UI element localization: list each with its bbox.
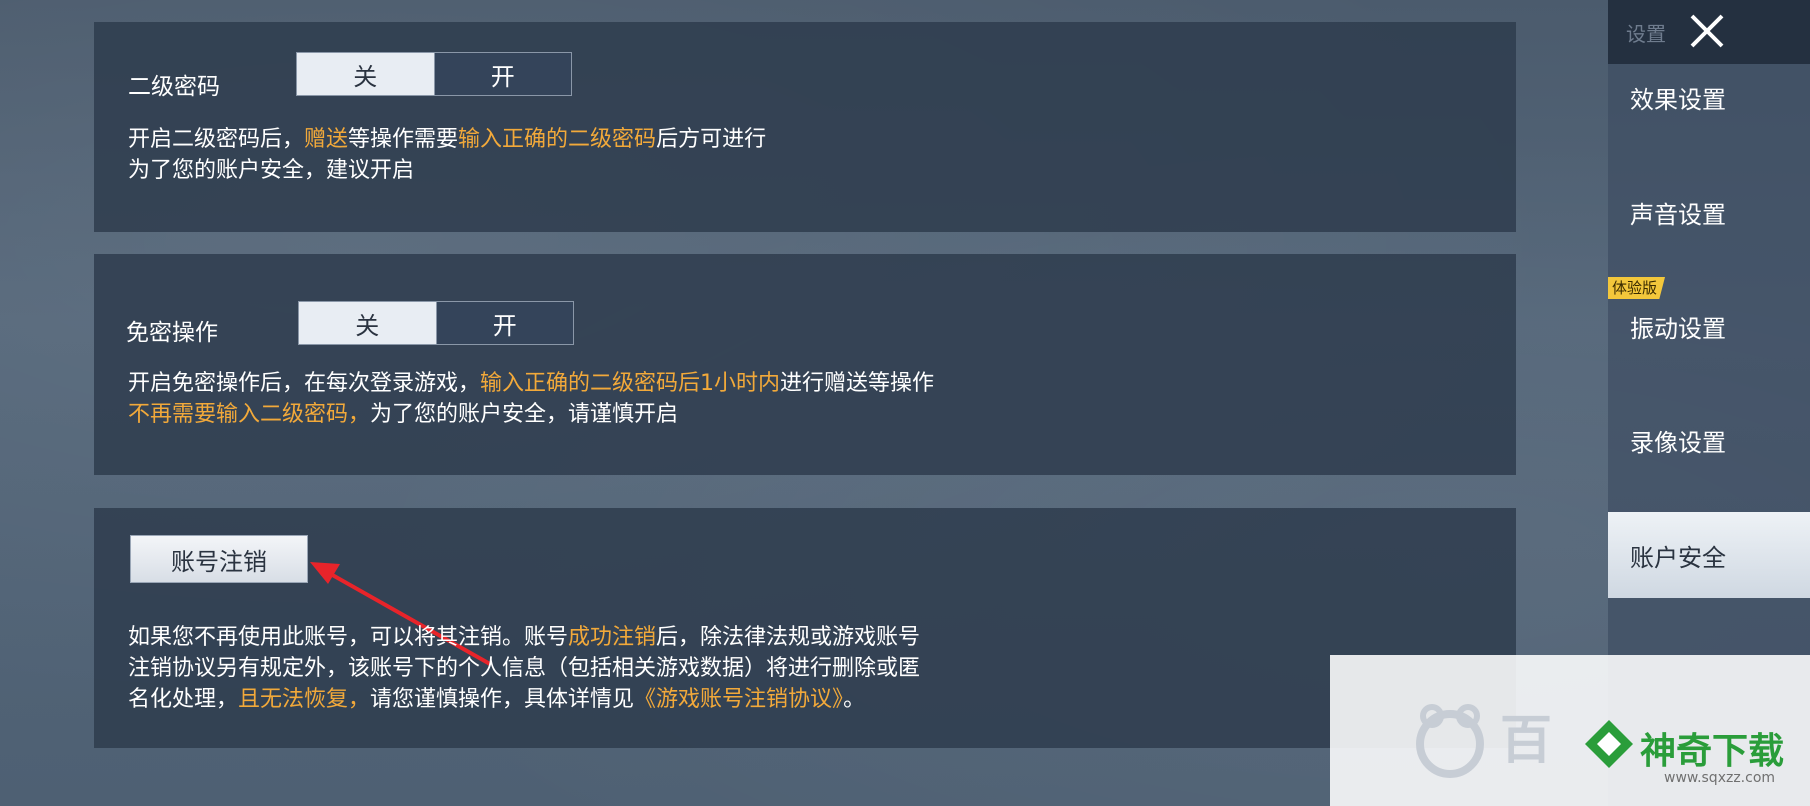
desc-text: 开启二级密码后， bbox=[128, 127, 305, 152]
sidebar-item-recording[interactable]: 录像设置 bbox=[1630, 423, 1726, 458]
desc-text: 等操作需要 bbox=[348, 127, 459, 152]
desc-text: 进行赠送等操作 bbox=[780, 371, 935, 396]
passwordless-label: 免密操作 bbox=[126, 320, 218, 346]
desc-text: 后，除法律法规或游戏账号 bbox=[656, 625, 921, 650]
desc-text: 如果您不再使用此账号，可以将其注销。账号 bbox=[128, 625, 569, 650]
second-password-off-option[interactable]: 关 bbox=[297, 53, 434, 95]
sidebar-item-account-security[interactable]: 账户安全 bbox=[1630, 538, 1726, 573]
second-password-label: 二级密码 bbox=[128, 74, 220, 100]
sidebar-item-sound[interactable]: 声音设置 bbox=[1630, 195, 1726, 230]
desc-text: 后方可进行 bbox=[656, 127, 767, 152]
watermark-brand: 神奇下载 bbox=[1640, 731, 1785, 772]
highlight-text: 输入正确的二级密码后1小时内 bbox=[480, 371, 781, 396]
highlight-text: 不再需要输入二级密码， bbox=[128, 402, 371, 427]
highlight-text: 且无法恢复， bbox=[238, 687, 371, 712]
desc-text: 请您谨慎操作，具体详情见 bbox=[370, 687, 635, 712]
deactivate-description: 如果您不再使用此账号，可以将其注销。账号成功注销后，除法律法规或游戏账号 注销协… bbox=[128, 622, 920, 715]
desc-text: 。 bbox=[843, 687, 866, 712]
passwordless-description: 开启免密操作后，在每次登录游戏，输入正确的二级密码后1小时内进行赠送等操作 不再… bbox=[128, 368, 934, 430]
highlight-text: 成功注销 bbox=[568, 625, 657, 650]
passwordless-panel bbox=[94, 254, 1516, 475]
passwordless-toggle[interactable]: 关 开 bbox=[298, 301, 574, 345]
sidebar-item-effects[interactable]: 效果设置 bbox=[1630, 80, 1726, 115]
desc-text: 名化处理， bbox=[128, 687, 239, 712]
desc-line: 注销协议另有规定外，该账号下的个人信息（包括相关游戏数据）将进行删除或匿 bbox=[128, 656, 921, 681]
second-password-description: 开启二级密码后，赠送等操作需要输入正确的二级密码后方可进行 为了您的账户安全，建… bbox=[128, 124, 766, 186]
passwordless-on-option[interactable]: 开 bbox=[435, 302, 573, 344]
desc-text: 开启免密操作后，在每次登录游戏， bbox=[128, 371, 481, 396]
watermark-url: www.sqxzz.com bbox=[1664, 770, 1776, 786]
passwordless-off-option[interactable]: 关 bbox=[299, 302, 436, 344]
watermark-left-text: 百 bbox=[1500, 711, 1553, 771]
watermark-logo-icon bbox=[1585, 720, 1633, 768]
highlight-text: 输入正确的二级密码 bbox=[458, 127, 657, 152]
desc-text: 为了您的账户安全，请谨慎开启 bbox=[370, 402, 679, 427]
highlight-text: 赠送 bbox=[304, 127, 349, 152]
deactivate-account-button[interactable]: 账号注销 bbox=[130, 535, 308, 583]
desc-line: 为了您的账户安全，建议开启 bbox=[128, 158, 415, 183]
sidebar-header-title: 设置 bbox=[1626, 22, 1666, 46]
close-icon[interactable] bbox=[1682, 8, 1732, 54]
watermark-frog-icon bbox=[1416, 704, 1484, 778]
agreement-link[interactable]: 《游戏账号注销协议》 bbox=[634, 687, 843, 712]
second-password-toggle[interactable]: 关 开 bbox=[296, 52, 572, 96]
sidebar-item-vibration[interactable]: 振动设置 bbox=[1630, 309, 1726, 344]
second-password-on-option[interactable]: 开 bbox=[433, 53, 571, 95]
trial-version-badge: 体验版 bbox=[1608, 277, 1666, 299]
